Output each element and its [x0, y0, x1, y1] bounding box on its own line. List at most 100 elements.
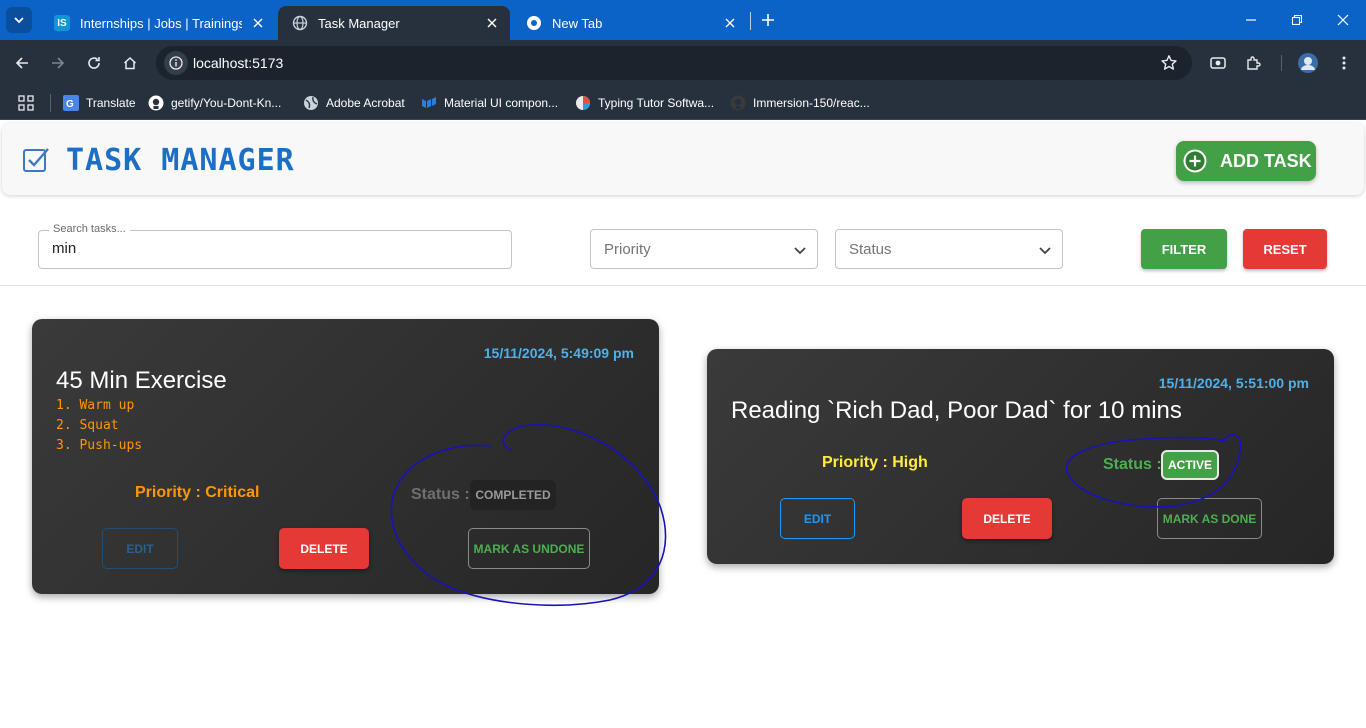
plus-circle-icon	[1183, 149, 1207, 173]
page-title: TASK MANAGER	[66, 143, 295, 178]
filter-button[interactable]: FILTER	[1141, 229, 1227, 269]
restore-icon	[1291, 14, 1303, 26]
task-step: 2. Squat	[56, 418, 119, 433]
browser-tab-strip: IS Internships | Jobs | Trainings & I Ta…	[0, 0, 1366, 40]
restore-button[interactable]	[1274, 6, 1320, 34]
chevron-down-icon	[794, 247, 806, 255]
address-bar[interactable]: localhost:5173	[156, 46, 1192, 80]
status-select[interactable]: Status	[835, 229, 1063, 269]
task-step: 3. Push-ups	[56, 438, 143, 453]
chevron-down-icon	[14, 17, 24, 24]
typing-tutor-icon	[575, 95, 591, 111]
close-icon[interactable]	[250, 15, 266, 31]
bookmark-material-ui[interactable]: Material UI compon...	[421, 92, 558, 114]
delete-button[interactable]: DELETE	[279, 528, 369, 569]
browser-toolbar: localhost:5173	[0, 40, 1366, 86]
mark-done-button[interactable]: MARK AS DONE	[1157, 498, 1262, 539]
status-placeholder: Status	[849, 241, 892, 258]
page-content: TASK MANAGER ADD TASK Search tasks... Pr…	[0, 121, 1366, 728]
profile-avatar[interactable]	[1296, 51, 1320, 75]
bookmark-label: Immersion-150/reac...	[753, 96, 870, 110]
bookmark-immersion[interactable]: Immersion-150/reac...	[730, 92, 870, 114]
bookmark-label: Material UI compon...	[444, 96, 559, 110]
back-button[interactable]	[10, 51, 34, 75]
close-icon[interactable]	[484, 15, 500, 31]
tab-title: Task Manager	[318, 15, 400, 31]
new-tab-button[interactable]	[758, 10, 778, 30]
status-badge: ACTIVE	[1161, 450, 1219, 480]
task-card: 15/11/2024, 5:51:00 pm Reading `Rich Dad…	[707, 349, 1334, 564]
bookmark-label: getify/You-Dont-Kn...	[171, 96, 282, 110]
tab-title: New Tab	[552, 15, 603, 31]
tab-new-tab[interactable]: New Tab	[512, 6, 748, 40]
home-icon	[123, 56, 137, 70]
edit-button[interactable]: EDIT	[102, 528, 178, 569]
checkbox-icon	[23, 148, 49, 172]
bookmark-translate[interactable]: G Translate	[63, 92, 136, 114]
edit-button[interactable]: EDIT	[780, 498, 855, 539]
extensions-button[interactable]	[1242, 51, 1266, 75]
home-button[interactable]	[118, 51, 142, 75]
chevron-down-icon	[1039, 247, 1051, 255]
apps-grid-icon	[18, 95, 34, 111]
delete-button[interactable]: DELETE	[962, 498, 1052, 539]
bookmark-label: Typing Tutor Softwa...	[598, 96, 715, 110]
puzzle-icon	[1247, 56, 1261, 70]
search-input[interactable]	[52, 240, 492, 257]
bookmark-label: Translate	[86, 96, 136, 110]
chrome-icon	[526, 15, 542, 31]
bookmarks-bar: G Translate getify/You-Dont-Kn... Adobe …	[0, 86, 1366, 120]
task-card: 15/11/2024, 5:49:09 pm 45 Min Exercise 1…	[32, 319, 659, 594]
bookmarks-divider	[50, 94, 51, 112]
tab-title: Internships | Jobs | Trainings & I	[80, 15, 242, 31]
arrow-left-icon	[15, 57, 28, 69]
task-priority: Priority : Critical	[135, 484, 260, 501]
status-badge: COMPLETED	[470, 480, 556, 510]
task-status-label: Status :	[1103, 456, 1162, 473]
bookmark-typing-tutor[interactable]: Typing Tutor Softwa...	[575, 92, 714, 114]
site-info-button[interactable]	[164, 51, 188, 75]
mark-undone-button[interactable]: MARK AS UNDONE	[468, 528, 590, 569]
add-task-button[interactable]: ADD TASK	[1176, 141, 1316, 181]
github-icon	[148, 95, 164, 111]
priority-select[interactable]: Priority	[590, 229, 818, 269]
tab-internships[interactable]: IS Internships | Jobs | Trainings & I	[40, 6, 276, 40]
bookmark-getify[interactable]: getify/You-Dont-Kn...	[148, 92, 281, 114]
task-description: 1. Warm up 2. Squat 3. Push-ups	[56, 396, 142, 456]
close-icon	[1337, 14, 1349, 26]
add-task-label: ADD TASK	[1220, 150, 1312, 171]
svg-text:G: G	[66, 99, 74, 110]
url-text[interactable]: localhost:5173	[193, 55, 283, 71]
priority-placeholder: Priority	[604, 241, 651, 258]
plus-icon	[762, 14, 774, 26]
screencast-button[interactable]	[1206, 51, 1230, 75]
arrow-right-icon	[52, 57, 65, 69]
translate-icon: G	[63, 95, 79, 111]
bookmark-star-icon[interactable]	[1160, 54, 1178, 72]
tab-search-button[interactable]	[6, 7, 32, 33]
tab-task-manager[interactable]: Task Manager	[278, 6, 510, 40]
forward-button[interactable]	[46, 51, 70, 75]
task-date: 15/11/2024, 5:51:00 pm	[1158, 375, 1309, 391]
bookmark-adobe-acrobat[interactable]: Adobe Acrobat	[303, 92, 405, 114]
search-field[interactable]: Search tasks...	[38, 223, 512, 269]
close-window-button[interactable]	[1320, 6, 1366, 34]
bookmark-label: Adobe Acrobat	[326, 96, 405, 110]
search-label: Search tasks...	[49, 223, 130, 235]
apps-button[interactable]	[18, 92, 34, 114]
minimize-icon	[1246, 19, 1256, 21]
task-status-label: Status :	[411, 486, 470, 503]
task-title: Reading `Rich Dad, Poor Dad` for 10 mins	[731, 397, 1182, 424]
toolbar-divider	[1281, 55, 1282, 71]
more-vertical-icon	[1342, 56, 1346, 70]
reload-button[interactable]	[82, 51, 106, 75]
app-header: TASK MANAGER ADD TASK	[2, 123, 1364, 195]
menu-button[interactable]	[1332, 51, 1356, 75]
minimize-button[interactable]	[1228, 6, 1274, 34]
task-title: 45 Min Exercise	[56, 367, 227, 394]
reset-button[interactable]: RESET	[1243, 229, 1327, 269]
globe-icon	[292, 15, 308, 31]
close-icon[interactable]	[722, 15, 738, 31]
divider	[0, 285, 1366, 286]
globe-icon	[303, 95, 319, 111]
